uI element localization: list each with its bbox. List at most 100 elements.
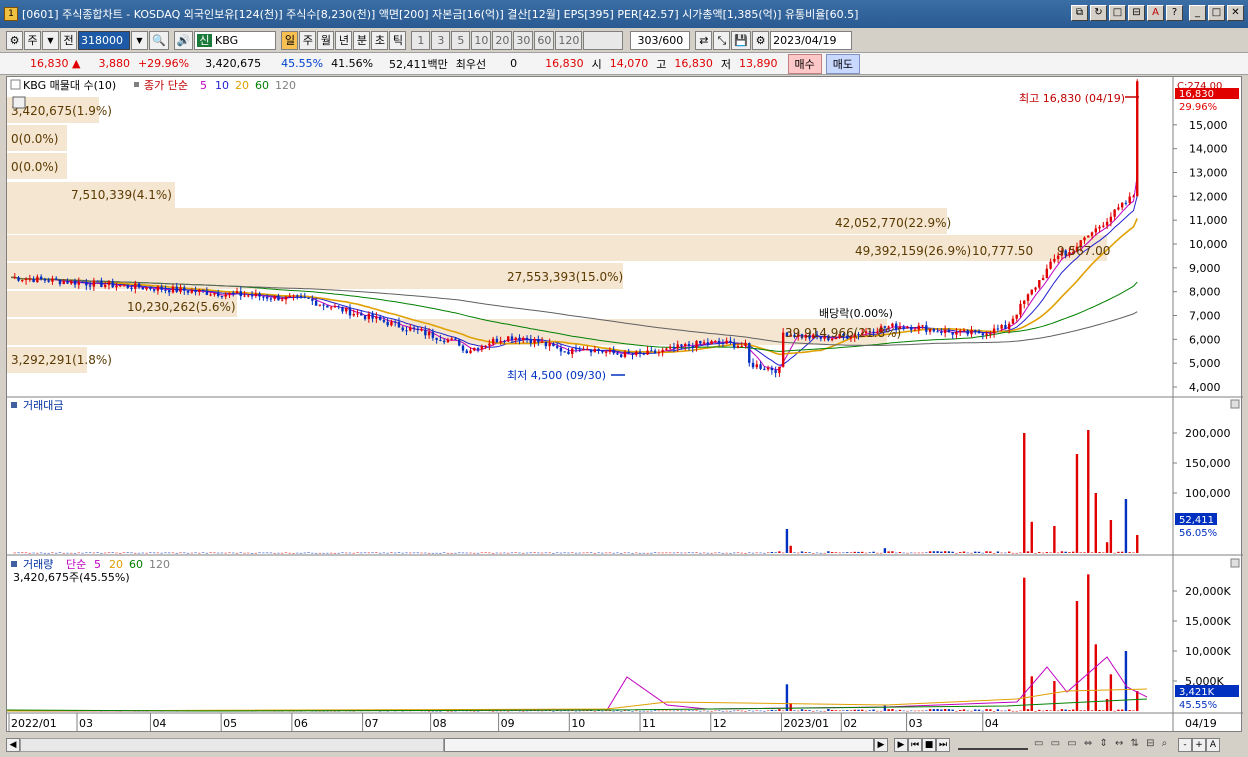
amount-bar — [781, 552, 785, 554]
amount-bar — [288, 552, 291, 554]
last-button[interactable]: ⏭ — [936, 737, 950, 752]
zoom-in-button[interactable]: + — [1192, 737, 1206, 752]
interval-1[interactable]: 1 — [411, 30, 431, 50]
volume-bar — [906, 710, 909, 712]
amount-bar — [186, 552, 190, 554]
amount-bar — [733, 552, 736, 554]
page-count[interactable]: 303/600 — [630, 30, 691, 50]
code-dropdown-icon[interactable]: ▼ — [131, 30, 148, 50]
buy-button[interactable]: 매수 — [787, 53, 822, 74]
scroll-thumb[interactable] — [444, 737, 874, 752]
price-tick-label: 6,000 — [1189, 333, 1221, 346]
close-button[interactable]: ✕ — [1227, 5, 1244, 21]
settings-icon[interactable]: ⚙ — [6, 30, 23, 50]
amount-bar — [977, 551, 981, 553]
volume-bar — [985, 709, 988, 711]
amount-bar — [864, 552, 868, 554]
candle-body — [111, 281, 114, 288]
chart-tools-icons[interactable]: ▭ ▭ ▭ ⇔ ⇕ ↔ ⇅ ⊟ ⌕ — [1034, 738, 1174, 752]
interval-30[interactable]: 30 — [513, 30, 534, 50]
candle-body — [672, 346, 676, 349]
save-icon[interactable]: 💾 — [731, 30, 752, 50]
period-month[interactable]: 월 — [317, 30, 335, 50]
price-panel: 3,420,675(1.9%) 0(0.0%) 0(0.0%) 7,510,339(4… — [7, 77, 1243, 733]
period-year[interactable]: 년 — [335, 30, 353, 50]
volume-bar — [1011, 710, 1015, 712]
custom-interval-input[interactable] — [583, 30, 624, 50]
volume-bar — [1000, 710, 1003, 712]
period-day[interactable]: 일 — [281, 30, 299, 50]
help-icon[interactable]: ? — [1166, 5, 1183, 21]
candle-body — [427, 332, 431, 336]
volume-profile-label: 3,292,291(1.8%) — [11, 353, 112, 367]
chart-settings-icon[interactable] — [12, 96, 26, 109]
type-select[interactable]: 주 — [24, 30, 41, 50]
candle-body — [631, 353, 634, 355]
amount-bar — [213, 552, 216, 554]
chart-area[interactable]: 3,420,675(1.9%) 0(0.0%) 0(0.0%) 7,510,339(4… — [6, 76, 1243, 733]
amount-current-pct: 56.05% — [1179, 528, 1217, 539]
period-second[interactable]: 초 — [371, 30, 389, 50]
chart-tool-icon[interactable]: ⇄ — [695, 30, 713, 50]
interval-5[interactable]: 5 — [451, 30, 471, 50]
stock-code-input[interactable]: 318000 — [78, 30, 130, 50]
amount-bar — [555, 552, 559, 554]
volume-bar — [491, 710, 495, 712]
amount-panel-close-icon[interactable] — [1230, 399, 1240, 409]
volume-bar — [1053, 681, 1056, 711]
amount-bar — [883, 548, 887, 553]
line-tool-icon[interactable]: ⤡ — [713, 30, 731, 50]
maximize-button[interactable]: □ — [1208, 5, 1225, 21]
interval-120[interactable]: 120 — [555, 30, 583, 50]
volume-bar — [1056, 710, 1060, 712]
candle-body — [544, 341, 548, 347]
zoom-out-button[interactable]: - — [1178, 737, 1192, 752]
period-minute[interactable]: 분 — [353, 30, 371, 50]
zoom-slider[interactable] — [958, 740, 1028, 750]
candle-body — [21, 280, 24, 282]
font-icon[interactable]: A — [1147, 5, 1164, 21]
stock-chart-svg[interactable]: 3,420,675(1.9%) 0(0.0%) 0(0.0%) 7,510,339(4… — [6, 77, 1243, 733]
price-y-axis: 15,000 14,000 13,000 12,000 11,000 10,000 9,00… — [1173, 119, 1228, 394]
stop-button[interactable]: ■ — [922, 737, 936, 752]
candle-body — [307, 297, 310, 299]
search-icon[interactable]: 🔍 — [149, 30, 169, 50]
ma-legend-120: 120 — [275, 79, 296, 92]
period-week[interactable]: 주 — [299, 30, 317, 50]
price-legend-box — [10, 79, 21, 90]
date-input[interactable]: 2023/04/19 — [770, 30, 853, 50]
config-icon[interactable]: ⚙ — [752, 30, 770, 50]
scroll-track[interactable] — [20, 737, 444, 752]
volume-panel-close-icon[interactable] — [1230, 558, 1240, 568]
volume-bar — [657, 710, 661, 712]
scroll-left-button[interactable]: ◀ — [6, 737, 20, 752]
window-icon[interactable]: □ — [1109, 5, 1126, 21]
period-tick[interactable]: 틱 — [389, 30, 407, 50]
play-button[interactable]: ▶ — [894, 737, 908, 752]
first-button[interactable]: ⏮ — [908, 737, 922, 752]
interval-10[interactable]: 10 — [471, 30, 492, 50]
scroll-right-button[interactable]: ▶ — [874, 737, 888, 752]
amount-bar — [277, 552, 280, 554]
amount-bar — [729, 552, 732, 554]
link-icon[interactable]: ⧉ — [1071, 5, 1088, 21]
interval-60[interactable]: 60 — [534, 30, 555, 50]
volume-current-value: 3,421K — [1179, 687, 1215, 698]
amount-current-value: 52,411 — [1179, 515, 1214, 526]
prev-button[interactable]: 전 — [60, 30, 77, 50]
candle-body — [386, 321, 389, 326]
minimize-button[interactable]: _ — [1189, 5, 1206, 21]
price-tick-label: 9,000 — [1189, 262, 1221, 275]
candle-body — [337, 306, 340, 308]
low-price: 13,890 — [739, 57, 778, 70]
speaker-icon[interactable]: 🔊 — [173, 30, 194, 50]
interval-3[interactable]: 3 — [431, 30, 451, 50]
extra-price-label: 10,777.50 — [972, 244, 1033, 258]
interval-20[interactable]: 20 — [492, 30, 513, 50]
auto-button[interactable]: A — [1206, 737, 1220, 752]
refresh-icon[interactable]: ↻ — [1090, 5, 1107, 21]
split-icon[interactable]: ⊟ — [1128, 5, 1145, 21]
candle-body — [959, 330, 962, 333]
type-dropdown-icon[interactable]: ▼ — [42, 30, 59, 50]
sell-button[interactable]: 매도 — [825, 53, 861, 74]
